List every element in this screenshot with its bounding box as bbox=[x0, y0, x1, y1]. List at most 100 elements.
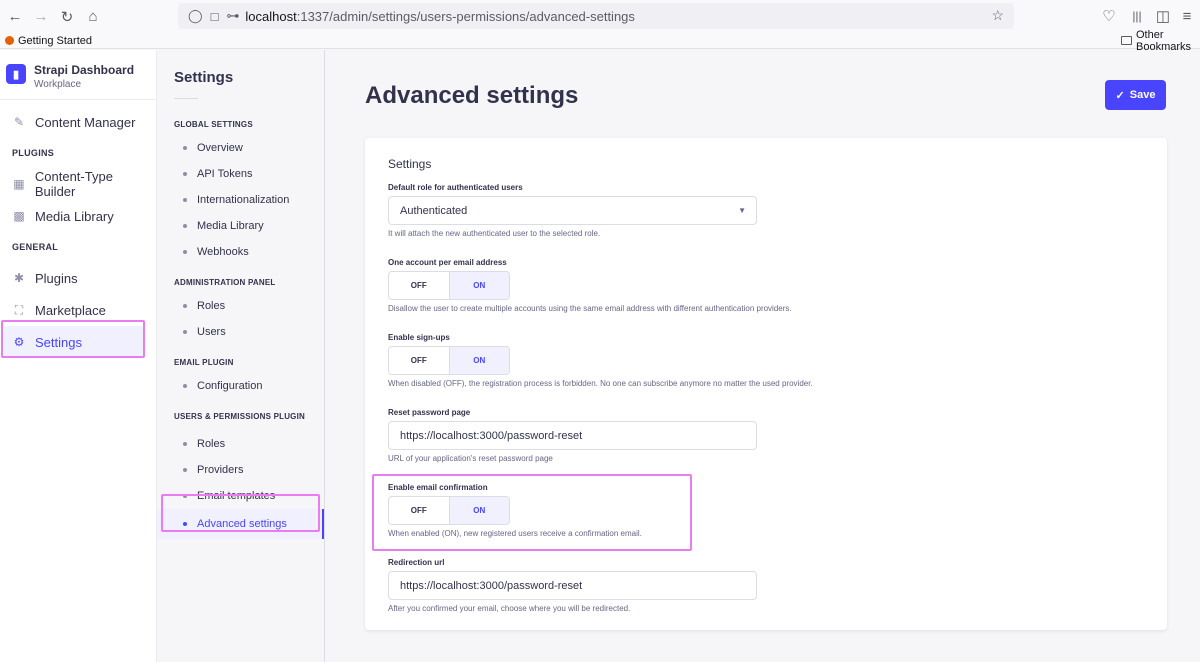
email-confirmation-toggle: OFF ON bbox=[388, 496, 510, 525]
bookmark-other[interactable]: Other Bookmarks bbox=[1136, 29, 1200, 53]
nav-marketplace[interactable]: ⛶ Marketplace bbox=[0, 294, 156, 326]
settings-item-label: API Tokens bbox=[197, 168, 253, 180]
toggle-off[interactable]: OFF bbox=[389, 497, 449, 524]
field-hint: When enabled (ON), new registered users … bbox=[388, 529, 642, 538]
settings-item-up-roles[interactable]: Roles bbox=[157, 431, 324, 457]
default-role-select[interactable]: Authenticated ▼ bbox=[388, 196, 757, 225]
settings-item-label: Webhooks bbox=[197, 246, 249, 258]
toggle-off[interactable]: OFF bbox=[389, 272, 449, 299]
settings-item-configuration[interactable]: Configuration bbox=[157, 373, 324, 399]
menu-icon[interactable]: ≡ bbox=[1176, 5, 1198, 27]
signups-toggle: OFF ON bbox=[388, 346, 510, 375]
settings-item-label: Overview bbox=[197, 142, 243, 154]
settings-item-internationalization[interactable]: Internationalization bbox=[157, 187, 324, 213]
settings-nav: Settings GLOBAL SETTINGS Overview API To… bbox=[157, 50, 325, 662]
settings-item-providers[interactable]: Providers bbox=[157, 457, 324, 483]
bullet-icon bbox=[183, 198, 187, 202]
settings-nav-title: Settings bbox=[174, 69, 234, 86]
nav-media-library[interactable]: ▩ Media Library bbox=[0, 200, 156, 232]
brand: ▮ Strapi Dashboard Workplace bbox=[0, 50, 156, 100]
main-nav: ▮ Strapi Dashboard Workplace ✎ Content M… bbox=[0, 50, 157, 662]
settings-item-label: Roles bbox=[197, 300, 226, 312]
toggle-on[interactable]: ON bbox=[448, 347, 509, 374]
toggle-off[interactable]: OFF bbox=[389, 347, 449, 374]
bullet-icon bbox=[183, 494, 187, 498]
nav-settings-label: Settings bbox=[35, 334, 82, 350]
save-button[interactable]: ✓ Save bbox=[1105, 80, 1166, 110]
forward-icon[interactable]: → bbox=[30, 6, 52, 28]
nav-settings[interactable]: ⚙ Settings bbox=[4, 326, 144, 358]
bullet-icon bbox=[183, 330, 187, 334]
nav-plugins-label: Plugins bbox=[35, 270, 78, 286]
settings-item-label: Providers bbox=[197, 464, 244, 476]
nav-section-plugins: PLUGINS bbox=[12, 148, 55, 158]
settings-item-webhooks[interactable]: Webhooks bbox=[157, 239, 324, 265]
nav-plugins[interactable]: ✱ Plugins bbox=[0, 262, 156, 294]
library-icon[interactable]: ||| bbox=[1126, 5, 1148, 27]
reload-icon[interactable]: ↻ bbox=[56, 6, 78, 28]
settings-item-email-templates[interactable]: Email templates bbox=[157, 483, 324, 509]
settings-item-api-tokens[interactable]: API Tokens bbox=[157, 161, 324, 187]
home-icon[interactable]: ⌂ bbox=[82, 6, 104, 28]
key-icon: ⊶ bbox=[226, 8, 240, 23]
pocket-icon[interactable]: ♡ bbox=[1098, 5, 1120, 27]
strapi-logo-icon: ▮ bbox=[6, 64, 26, 84]
settings-item-label: Roles bbox=[197, 438, 226, 450]
field-hint: Disallow the user to create multiple acc… bbox=[388, 304, 792, 313]
firefox-icon bbox=[5, 36, 14, 45]
nav-section-general: GENERAL bbox=[12, 242, 59, 252]
nav-content-type-builder-label: Content-Type Builder bbox=[34, 169, 113, 199]
sidebar-icon[interactable]: ◫ bbox=[1152, 5, 1174, 27]
settings-item-users[interactable]: Users bbox=[157, 319, 324, 345]
settings-item-media-library[interactable]: Media Library bbox=[157, 213, 324, 239]
browser-toolbar: ← → ↻ ⌂ ◯ □ ⊶ localhost:1337/admin/setti… bbox=[0, 0, 1200, 33]
nav-content-type-builder[interactable]: ▦ Content-Type Builder bbox=[0, 168, 156, 200]
settings-item-overview[interactable]: Overview bbox=[157, 135, 324, 161]
field-hint: After you confirmed your email, choose w… bbox=[388, 604, 631, 613]
card-title: Settings bbox=[388, 157, 432, 171]
page-title: Advanced settings bbox=[365, 82, 579, 109]
url-host: localhost bbox=[245, 8, 297, 24]
nav-content-manager[interactable]: ✎ Content Manager bbox=[0, 106, 156, 138]
divider bbox=[174, 98, 198, 99]
field-signups: Enable sign-ups OFF ON When disabled (OF… bbox=[388, 333, 813, 388]
caret-down-icon: ▼ bbox=[738, 206, 746, 215]
puzzle-icon: ✱ bbox=[13, 271, 25, 285]
back-icon[interactable]: ← bbox=[4, 6, 26, 28]
bullet-icon bbox=[183, 468, 187, 472]
gear-icon: ⚙ bbox=[13, 335, 25, 349]
pencil-icon: ✎ bbox=[13, 115, 25, 129]
field-reset-password: Reset password page https://localhost:30… bbox=[388, 408, 757, 463]
settings-item-advanced-settings[interactable]: Advanced settings bbox=[157, 509, 324, 539]
field-label: Enable email confirmation bbox=[388, 483, 488, 492]
toggle-on[interactable]: ON bbox=[448, 272, 509, 299]
field-label: Default role for authenticated users bbox=[388, 183, 523, 192]
settings-item-label: Media Library bbox=[197, 220, 264, 232]
field-default-role: Default role for authenticated users Aut… bbox=[388, 183, 757, 238]
bookmark-getting-started[interactable]: Getting Started bbox=[18, 35, 92, 47]
settings-item-label: Users bbox=[197, 326, 226, 338]
settings-item-label: Advanced settings bbox=[197, 518, 287, 530]
field-label: One account per email address bbox=[388, 258, 507, 267]
field-label: Enable sign-ups bbox=[388, 333, 450, 342]
settings-section-global: GLOBAL SETTINGS bbox=[174, 119, 253, 129]
cart-icon: ⛶ bbox=[14, 302, 24, 317]
redirection-input[interactable]: https://localhost:3000/password-reset bbox=[388, 571, 757, 600]
settings-item-label: Configuration bbox=[197, 380, 263, 392]
check-icon: ✓ bbox=[1115, 89, 1125, 102]
field-redirection: Redirection url https://localhost:3000/p… bbox=[388, 558, 757, 613]
reset-password-input[interactable]: https://localhost:3000/password-reset bbox=[388, 421, 757, 450]
settings-item-label: Internationalization bbox=[197, 194, 290, 206]
settings-item-admin-roles[interactable]: Roles bbox=[157, 293, 324, 319]
bullet-icon bbox=[183, 172, 187, 176]
folder-icon bbox=[1121, 36, 1132, 45]
toggle-on[interactable]: ON bbox=[448, 497, 509, 524]
image-icon: ▩ bbox=[13, 209, 25, 223]
field-email-confirmation: Enable email confirmation OFF ON When en… bbox=[388, 483, 642, 538]
address-bar[interactable]: ◯ □ ⊶ localhost:1337/admin/settings/user… bbox=[178, 3, 1014, 29]
bookmark-star-icon[interactable]: ☆ bbox=[991, 7, 1004, 24]
field-one-account: One account per email address OFF ON Dis… bbox=[388, 258, 792, 313]
nav-content-manager-label: Content Manager bbox=[35, 114, 136, 130]
bullet-icon bbox=[183, 250, 187, 254]
field-hint: When disabled (OFF), the registration pr… bbox=[388, 379, 813, 388]
